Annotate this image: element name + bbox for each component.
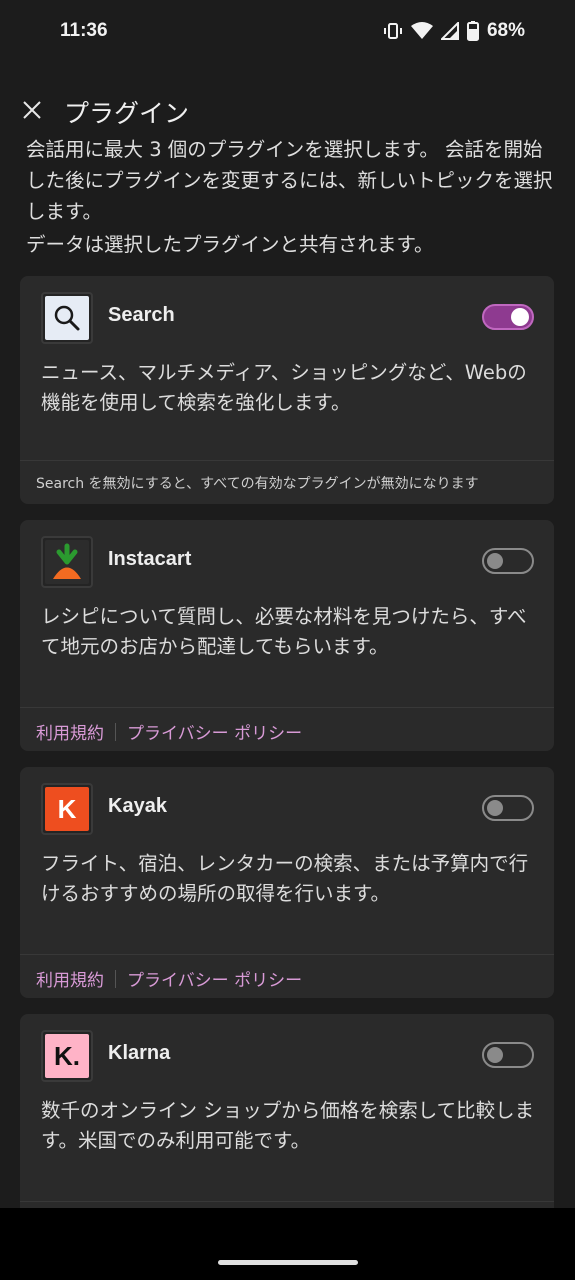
plugin-links: 利用規約 プライバシー ポリシー bbox=[36, 966, 302, 991]
plugin-description: フライト、宿泊、レンタカーの検索、または予算内で行けるおすすめの場所の取得を行い… bbox=[41, 852, 529, 905]
klarna-toggle[interactable] bbox=[482, 1042, 534, 1068]
plugin-footer bbox=[20, 1201, 554, 1208]
signal-icon bbox=[440, 22, 459, 40]
plugin-footer: Search を無効にすると、すべての有効なプラグインが無効になります bbox=[20, 460, 554, 504]
link-divider bbox=[115, 722, 116, 741]
status-icons: 68% bbox=[383, 20, 525, 42]
page-title: プラグイン bbox=[64, 99, 190, 128]
carrot-icon bbox=[45, 540, 89, 584]
kayak-logo: K bbox=[45, 787, 89, 831]
plugin-card-search: Search ニュース、マルチメディア、ショッピングなど、Webの機能を使用して… bbox=[20, 276, 554, 504]
klarna-logo-letter: K. bbox=[54, 1040, 80, 1071]
plugin-icon-frame bbox=[41, 292, 93, 344]
instacart-toggle[interactable] bbox=[482, 548, 534, 574]
sharing-text: データは選択したプラグインと共有されます。 bbox=[26, 233, 434, 256]
intro-text: 会話用に最大 3 個のプラグインを選択します。 会話を開始した後にプラグインを変… bbox=[26, 138, 553, 223]
navigation-bar bbox=[0, 1208, 575, 1280]
toggle-knob bbox=[487, 800, 503, 816]
plugin-name: Klarna bbox=[108, 1042, 171, 1064]
link-divider bbox=[115, 969, 116, 988]
privacy-link[interactable]: プライバシー ポリシー bbox=[127, 966, 302, 991]
plugin-description: レシピについて質問し、必要な材料を見つけたら、すべて地元のお店から配達してもらい… bbox=[41, 605, 527, 658]
plugin-footer: 利用規約 プライバシー ポリシー bbox=[20, 707, 554, 751]
close-icon bbox=[23, 101, 41, 119]
plugin-card-instacart: Instacart レシピについて質問し、必要な材料を見つけたら、すべて地元のお… bbox=[20, 520, 554, 751]
klarna-logo: K. bbox=[45, 1034, 89, 1078]
plugin-links: 利用規約 プライバシー ポリシー bbox=[36, 719, 302, 744]
toggle-knob bbox=[487, 1047, 503, 1063]
toggle-knob bbox=[511, 308, 529, 326]
plugin-card-kayak: K Kayak フライト、宿泊、レンタカーの検索、または予算内で行けるおすすめの… bbox=[20, 767, 554, 998]
search-toggle[interactable] bbox=[482, 304, 534, 330]
gesture-handle[interactable] bbox=[218, 1260, 358, 1265]
privacy-link[interactable]: プライバシー ポリシー bbox=[127, 719, 302, 744]
plugin-icon-frame: K bbox=[41, 783, 93, 835]
terms-link[interactable]: 利用規約 bbox=[36, 966, 104, 991]
battery-percent: 68% bbox=[486, 20, 525, 41]
plugin-description: 数千のオンライン ショップから価格を検索して比較します。米国でのみ利用可能です。 bbox=[41, 1099, 535, 1152]
plugin-name: Kayak bbox=[108, 795, 167, 817]
battery-icon bbox=[466, 21, 479, 41]
search-icon bbox=[45, 296, 89, 340]
app-header: プラグイン bbox=[0, 84, 575, 134]
toggle-knob bbox=[487, 553, 503, 569]
wifi-icon bbox=[410, 22, 433, 39]
status-time: 11:36 bbox=[60, 20, 108, 41]
plugin-description: ニュース、マルチメディア、ショッピングなど、Webの機能を使用して検索を強化しま… bbox=[41, 361, 527, 414]
plugin-name: Instacart bbox=[108, 548, 192, 570]
plugin-footer: 利用規約 プライバシー ポリシー bbox=[20, 954, 554, 998]
plugin-list-content[interactable]: 会話用に最大 3 個のプラグインを選択します。 会話を開始した後にプラグインを変… bbox=[0, 134, 575, 1208]
plugin-name: Search bbox=[108, 304, 175, 326]
plugin-icon-frame: K. bbox=[41, 1030, 93, 1082]
kayak-logo-letter: K bbox=[57, 793, 77, 824]
search-disable-note: Search を無効にすると、すべての有効なプラグインが無効になります bbox=[36, 476, 479, 492]
status-bar: 11:36 68% bbox=[0, 0, 575, 66]
close-button[interactable] bbox=[16, 94, 48, 126]
kayak-toggle[interactable] bbox=[482, 795, 534, 821]
plugin-icon-frame bbox=[41, 536, 93, 588]
terms-link[interactable]: 利用規約 bbox=[36, 719, 104, 744]
plugin-card-klarna: K. Klarna 数千のオンライン ショップから価格を検索して比較します。米国… bbox=[20, 1014, 554, 1208]
vibrate-icon bbox=[383, 23, 402, 39]
